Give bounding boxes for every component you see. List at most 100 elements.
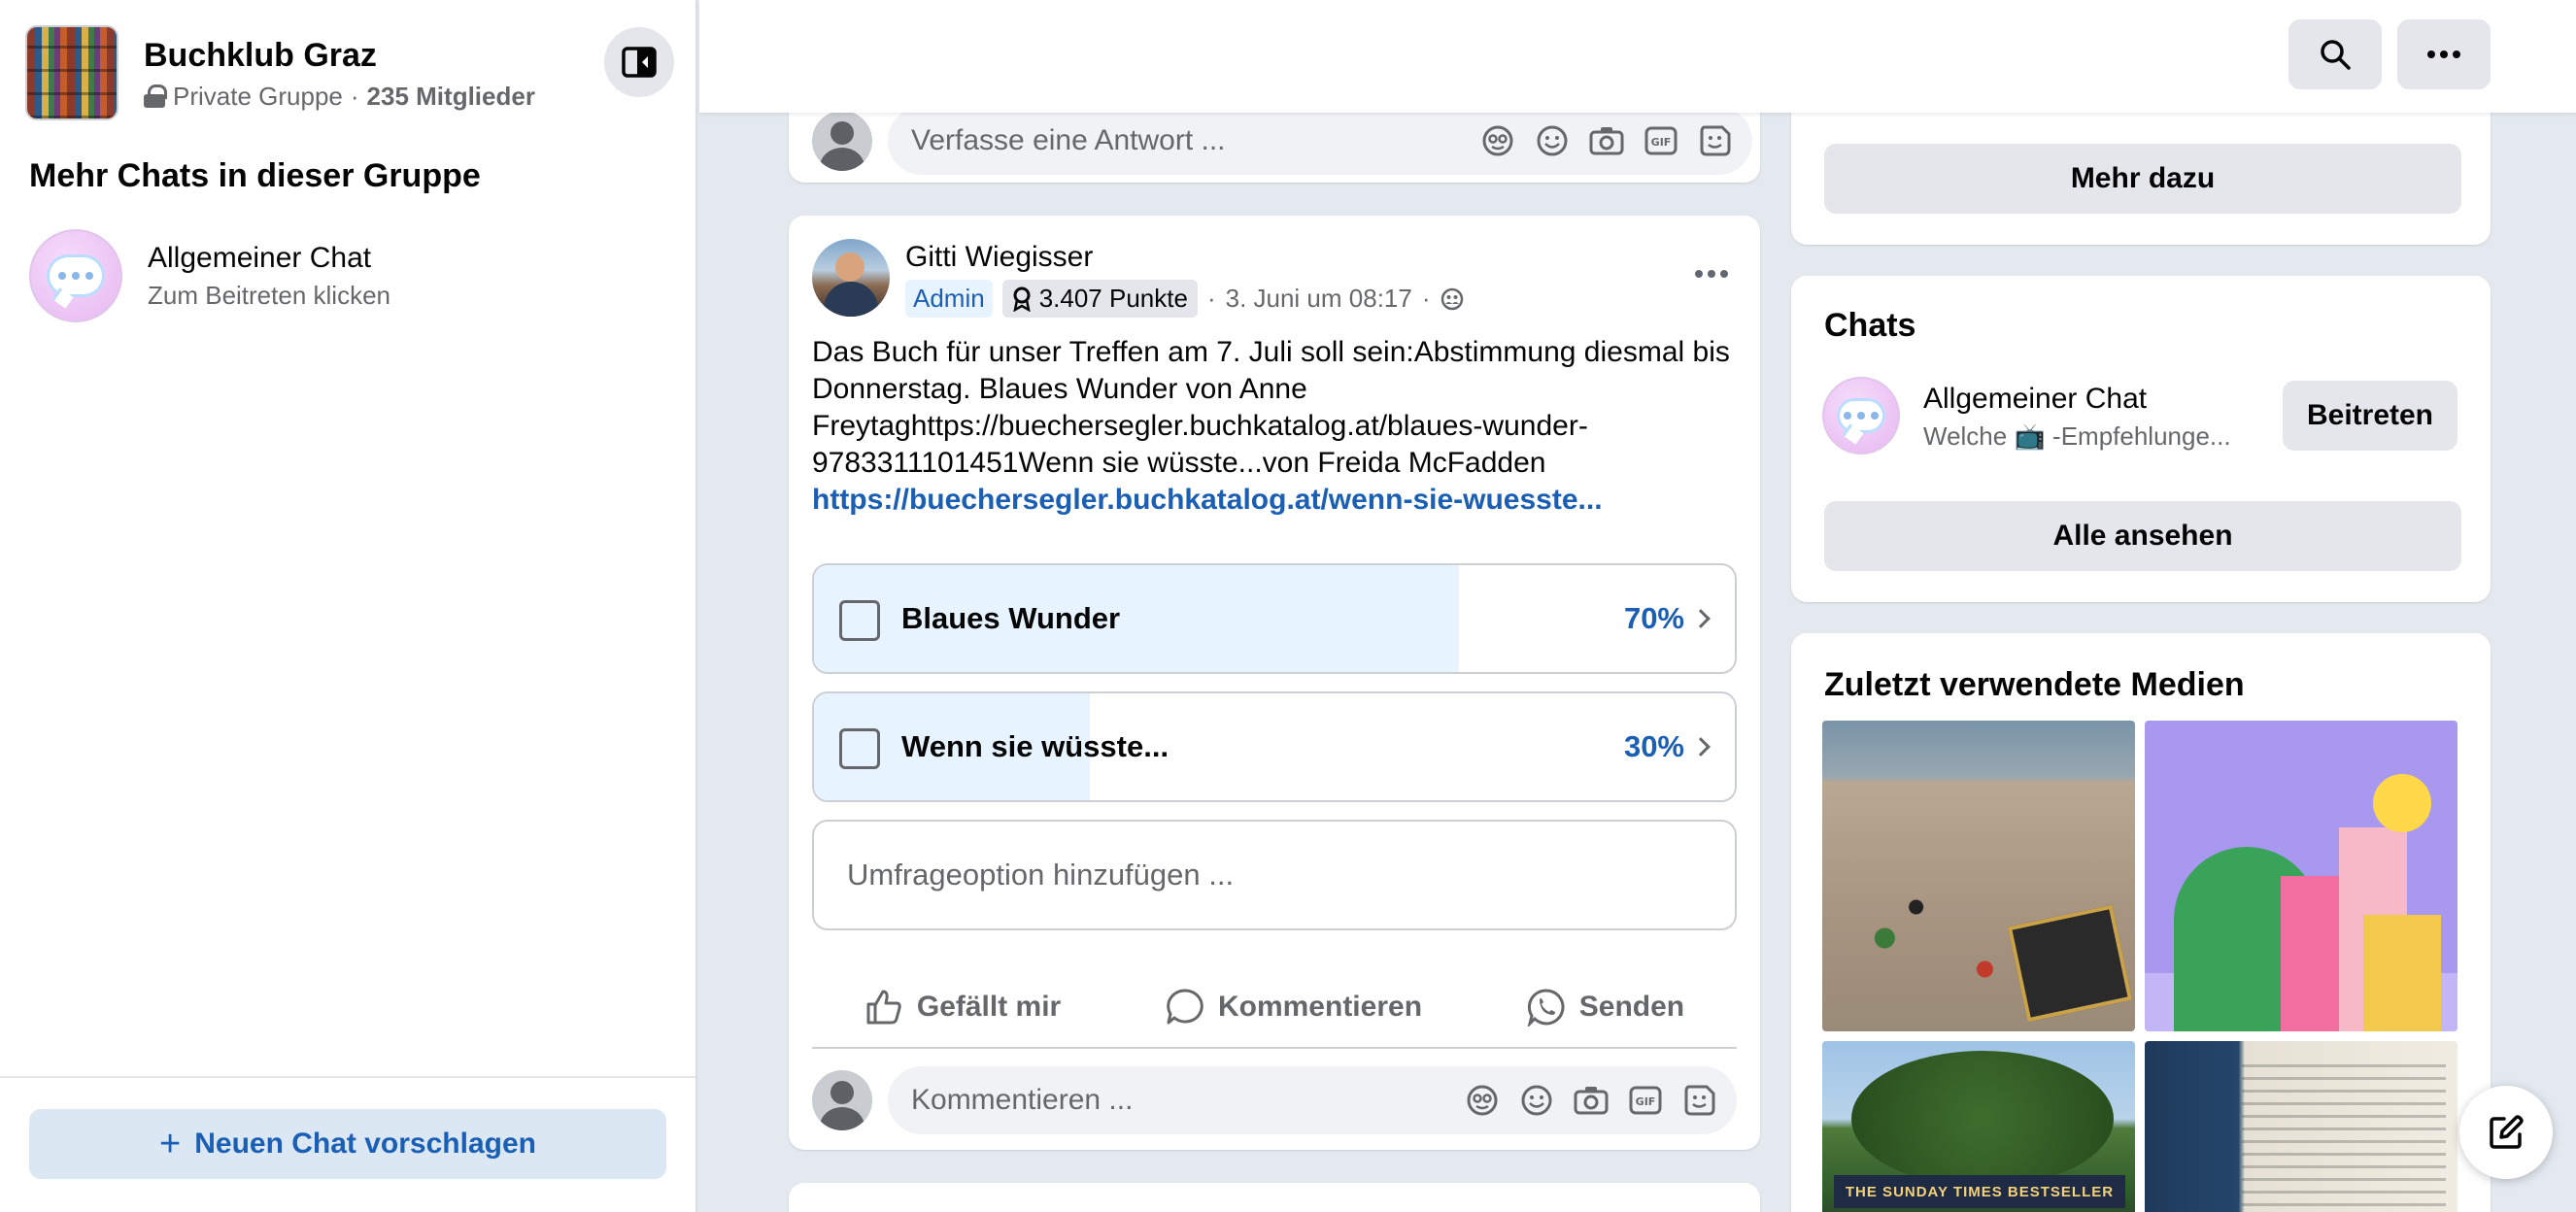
whatsapp-icon xyxy=(1527,989,1565,1027)
comment-button[interactable]: Kommentieren xyxy=(1166,988,1422,1027)
poll-checkbox-1[interactable] xyxy=(839,600,880,641)
send-button[interactable]: Senden xyxy=(1527,988,1684,1027)
like-label: Gefällt mir xyxy=(916,991,1062,1023)
lock-icon xyxy=(144,84,167,108)
poll-option-2[interactable]: Wenn sie wüsste... 30% xyxy=(812,691,1737,802)
more-chats-heading: Mehr Chats in dieser Gruppe xyxy=(29,157,481,194)
thumbs-up-icon xyxy=(866,990,901,1025)
right-chat-name[interactable]: Allgemeiner Chat xyxy=(1923,383,2231,416)
more-options-button[interactable] xyxy=(2397,19,2491,89)
group-members[interactable]: 235 Mitglieder xyxy=(367,82,535,112)
gif-icon[interactable]: GIF xyxy=(1640,119,1682,162)
more-info-button[interactable]: Mehr dazu xyxy=(1824,144,2461,214)
suggest-chat-label: Neuen Chat vorschlagen xyxy=(194,1128,536,1160)
emoji-icon[interactable] xyxy=(1531,119,1574,162)
sidebar-footer: + Neuen Chat vorschlagen xyxy=(0,1076,695,1212)
like-button[interactable]: Gefällt mir xyxy=(864,988,1061,1027)
comment-input[interactable]: Kommentieren ... GIF xyxy=(888,1066,1737,1134)
members-audience-icon[interactable] xyxy=(1441,287,1464,311)
emoji-icon[interactable] xyxy=(1515,1079,1558,1122)
post-meta: Admin 3.407 Punkte · 3. Juni um 08:17 · xyxy=(905,280,1464,318)
sunday-times-banner: THE SUNDAY TIMES BESTSELLER xyxy=(1834,1175,2125,1208)
svg-text:GIF: GIF xyxy=(1651,136,1672,149)
group-header[interactable]: Buchklub Graz Private Gruppe · 235 Mitgl… xyxy=(25,25,535,120)
search-button[interactable] xyxy=(2288,19,2382,89)
post-options-button[interactable] xyxy=(1682,245,1741,303)
media-thumbnail-illustration[interactable] xyxy=(2145,721,2457,1031)
poll-percent[interactable]: 70% xyxy=(1623,565,1711,672)
send-label: Senden xyxy=(1578,991,1685,1023)
add-poll-option-placeholder: Umfrageoption hinzufügen ... xyxy=(847,858,1235,892)
chat-avatar xyxy=(29,229,122,322)
points-value: 3.407 Punkte xyxy=(1038,284,1188,313)
meta-separator: · xyxy=(350,81,359,111)
right-chat-preview: Welche 📺 -Empfehlunge... xyxy=(1923,421,2231,451)
recent-media-card: Zuletzt verwendete Medien THE SUNDAY TIM… xyxy=(1791,633,2491,1212)
compose-button[interactable] xyxy=(2459,1086,2553,1179)
chat-bubble-icon xyxy=(47,254,105,297)
join-chat-button[interactable]: Beitreten xyxy=(2283,381,2457,451)
avatar-sticker-icon[interactable] xyxy=(1476,119,1519,162)
next-post-card xyxy=(789,1183,1760,1212)
compose-icon xyxy=(2490,1115,2524,1149)
media-thumbnail-book-cover[interactable]: THE SUNDAY TIMES BESTSELLER xyxy=(1822,1041,2135,1212)
poll-post-card: Gitti Wiegisser Admin 3.407 Punkte · 3. … xyxy=(789,216,1760,1150)
comment-label: Kommentieren xyxy=(1217,991,1423,1023)
top-bar xyxy=(699,0,2576,113)
poll-option-1[interactable]: Blaues Wunder 70% xyxy=(812,563,1737,674)
media-thumbnail-beach[interactable] xyxy=(1822,721,2135,1031)
sticker-icon[interactable] xyxy=(1678,1079,1721,1122)
media-thumbnail-book-page[interactable] xyxy=(2145,1041,2457,1212)
poll-checkbox-2[interactable] xyxy=(839,728,880,769)
add-poll-option-input[interactable]: Umfrageoption hinzufügen ... xyxy=(812,820,1737,930)
post-timestamp[interactable]: 3. Juni um 08:17 xyxy=(1226,284,1412,314)
post-author[interactable]: Gitti Wiegisser xyxy=(905,241,1464,274)
my-avatar[interactable] xyxy=(812,111,872,171)
group-cover-thumbnail[interactable] xyxy=(25,25,119,120)
reply-placeholder: Verfasse eine Antwort ... xyxy=(911,124,1226,156)
chat-bubble-icon xyxy=(1837,398,1885,433)
avatar-sticker-icon[interactable] xyxy=(1461,1079,1504,1122)
sidebar-chat-item[interactable]: Allgemeiner Chat Zum Beitreten klicken xyxy=(29,229,390,322)
poll-option-label: Wenn sie wüsste... xyxy=(901,729,1169,763)
chevron-right-icon xyxy=(1691,737,1711,757)
more-dots-icon xyxy=(2415,25,2473,84)
comment-placeholder: Kommentieren ... xyxy=(911,1084,1134,1116)
sidebar-chat-name: Allgemeiner Chat xyxy=(148,241,372,274)
suggest-chat-button[interactable]: + Neuen Chat vorschlagen xyxy=(29,1109,666,1179)
post-text: Das Buch für unser Treffen am 7. Juli so… xyxy=(812,336,1730,479)
plus-icon: + xyxy=(159,1124,182,1164)
sticker-icon[interactable] xyxy=(1694,119,1737,162)
search-icon xyxy=(2321,40,2351,70)
meta-separator: · xyxy=(1421,284,1431,313)
post-actions-bar: Gefällt mir Kommentieren Senden xyxy=(812,967,1737,1049)
camera-icon[interactable] xyxy=(1585,119,1628,162)
chevron-right-icon xyxy=(1691,609,1711,628)
gif-icon[interactable]: GIF xyxy=(1624,1079,1667,1122)
post-body: Das Buch für unser Treffen am 7. Juli so… xyxy=(812,334,1735,519)
sidebar-chat-subtitle: Zum Beitreten klicken xyxy=(148,280,390,310)
chats-card: Chats Allgemeiner Chat Welche 📺 -Empfehl… xyxy=(1791,276,2491,602)
chats-heading: Chats xyxy=(1824,307,1916,344)
meta-separator: · xyxy=(1206,284,1216,313)
see-all-chats-button[interactable]: Alle ansehen xyxy=(1824,501,2461,571)
sidebar-collapse-icon xyxy=(622,47,657,78)
poll-percent[interactable]: 30% xyxy=(1623,693,1711,800)
my-avatar[interactable] xyxy=(812,1070,872,1130)
poll-option-label: Blaues Wunder xyxy=(901,601,1121,635)
poll-percent-value: 30% xyxy=(1623,729,1684,763)
recent-media-heading: Zuletzt verwendete Medien xyxy=(1824,666,2245,703)
collapse-sidebar-button[interactable] xyxy=(604,27,674,97)
camera-icon[interactable] xyxy=(1570,1079,1612,1122)
group-title[interactable]: Buchklub Graz xyxy=(144,35,535,76)
reply-input[interactable]: Verfasse eine Antwort ... GIF xyxy=(888,107,1752,175)
admin-badge[interactable]: Admin xyxy=(905,280,993,318)
group-privacy: Private Gruppe xyxy=(173,81,343,111)
comment-icon xyxy=(1167,989,1203,1025)
svg-text:GIF: GIF xyxy=(1636,1095,1656,1108)
points-badge[interactable]: 3.407 Punkte xyxy=(1001,280,1198,318)
author-avatar[interactable] xyxy=(812,239,890,317)
chat-avatar[interactable] xyxy=(1822,377,1900,454)
poll-percent-value: 70% xyxy=(1623,601,1684,635)
post-link[interactable]: https://buechersegler.buchkatalog.at/wen… xyxy=(812,482,1735,519)
